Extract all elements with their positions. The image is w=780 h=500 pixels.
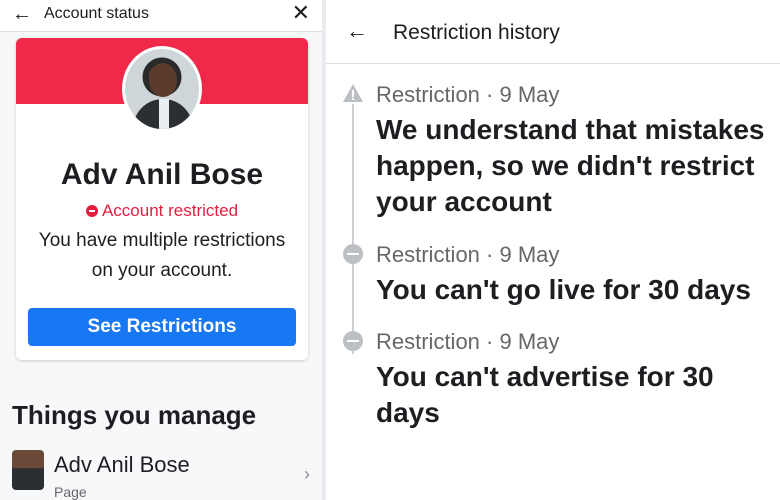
- restricted-icon: [85, 205, 98, 217]
- restriction-meta: Restriction · 9 May: [376, 82, 560, 107]
- account-status-header: ← Account status ✕: [0, 0, 322, 32]
- header-title: Restriction history: [393, 21, 560, 44]
- restriction-history-header: ← Restriction history: [326, 0, 780, 64]
- restriction-headline: You can't advertise for 30 days: [376, 361, 714, 428]
- restriction-meta: Restriction · 9 May: [376, 329, 560, 354]
- status-badge: Account restricted: [16, 201, 308, 221]
- header-title: Account status: [44, 5, 149, 22]
- page-name: Adv Anil Bose: [54, 452, 190, 477]
- page-avatar: [12, 450, 44, 490]
- arrow-left-icon[interactable]: ←: [346, 18, 368, 44]
- managed-page-item[interactable]: Adv Anil Bose Page ›: [0, 446, 322, 500]
- status-text: Account restricted: [101, 201, 239, 220]
- things-you-manage-title: Things you manage: [12, 400, 257, 430]
- restriction-history-panel: ← Restriction history Restriction · 9 Ma…: [326, 0, 780, 500]
- page-type: Page: [54, 484, 87, 500]
- avatar: [122, 46, 202, 132]
- restriction-headline: We understand that mistakes happen, so w…: [376, 114, 765, 217]
- minus-circle-icon: [343, 244, 363, 264]
- account-status-panel: ← Account status ✕ Adv Anil Bose Account…: [0, 0, 322, 500]
- restriction-headline: You can't go live for 30 days: [376, 274, 751, 305]
- restriction-meta: Restriction · 9 May: [376, 242, 560, 267]
- close-icon[interactable]: ✕: [292, 0, 310, 26]
- arrow-left-icon[interactable]: ←: [12, 3, 32, 26]
- chevron-right-icon: ›: [304, 464, 310, 484]
- minus-circle-icon: [343, 331, 363, 351]
- status-description: You have multiple restrictions on your a…: [38, 230, 286, 281]
- timeline-line: [352, 94, 354, 354]
- account-status-card: Adv Anil Bose Account restricted You hav…: [16, 38, 308, 360]
- see-restrictions-button[interactable]: See Restrictions: [28, 308, 296, 346]
- profile-name: Adv Anil Bose: [60, 158, 264, 191]
- warning-icon: [343, 84, 363, 104]
